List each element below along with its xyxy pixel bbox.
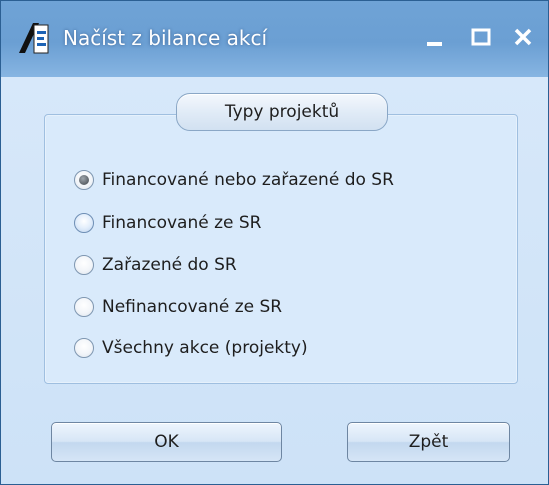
radio-button[interactable] [74, 297, 94, 317]
radio-option-not-financed[interactable]: Nefinancované ze SR [74, 293, 282, 321]
radio-option-all-projects[interactable]: Všechny akce (projekty) [74, 334, 308, 362]
radio-button[interactable] [74, 338, 94, 358]
radio-button-selected[interactable] [74, 170, 94, 190]
radio-label: Financované nebo zařazené do SR [102, 170, 394, 190]
radio-option-financed-or-included[interactable]: Financované nebo zařazené do SR [74, 166, 394, 194]
maximize-button[interactable] [461, 17, 501, 57]
title-bar[interactable]: Načíst z bilance akcí [1, 1, 548, 77]
dialog-window: Načíst z bilance akcí Typy projektů Fina… [0, 0, 549, 485]
app-logo-icon [17, 21, 51, 55]
radio-label: Financované ze SR [102, 213, 262, 233]
group-header: Typy projektů [176, 93, 388, 131]
close-icon [514, 28, 532, 46]
radio-label: Všechny akce (projekty) [102, 338, 308, 358]
close-button[interactable] [503, 17, 543, 57]
minimize-icon [427, 42, 442, 46]
back-button[interactable]: Zpět [347, 422, 510, 462]
radio-option-financed-from-sr[interactable]: Financované ze SR [74, 209, 261, 237]
radio-option-included-in-sr[interactable]: Zařazené do SR [74, 251, 237, 279]
minimize-button[interactable] [415, 17, 455, 57]
radio-button[interactable] [74, 255, 94, 275]
radio-label: Zařazené do SR [102, 255, 237, 275]
maximize-icon [471, 28, 491, 46]
radio-dot [79, 175, 89, 185]
radio-button[interactable] [74, 213, 94, 233]
window-title: Načíst z bilance akcí [63, 26, 268, 50]
ok-button[interactable]: OK [51, 422, 282, 462]
radio-label: Nefinancované ze SR [102, 297, 283, 317]
